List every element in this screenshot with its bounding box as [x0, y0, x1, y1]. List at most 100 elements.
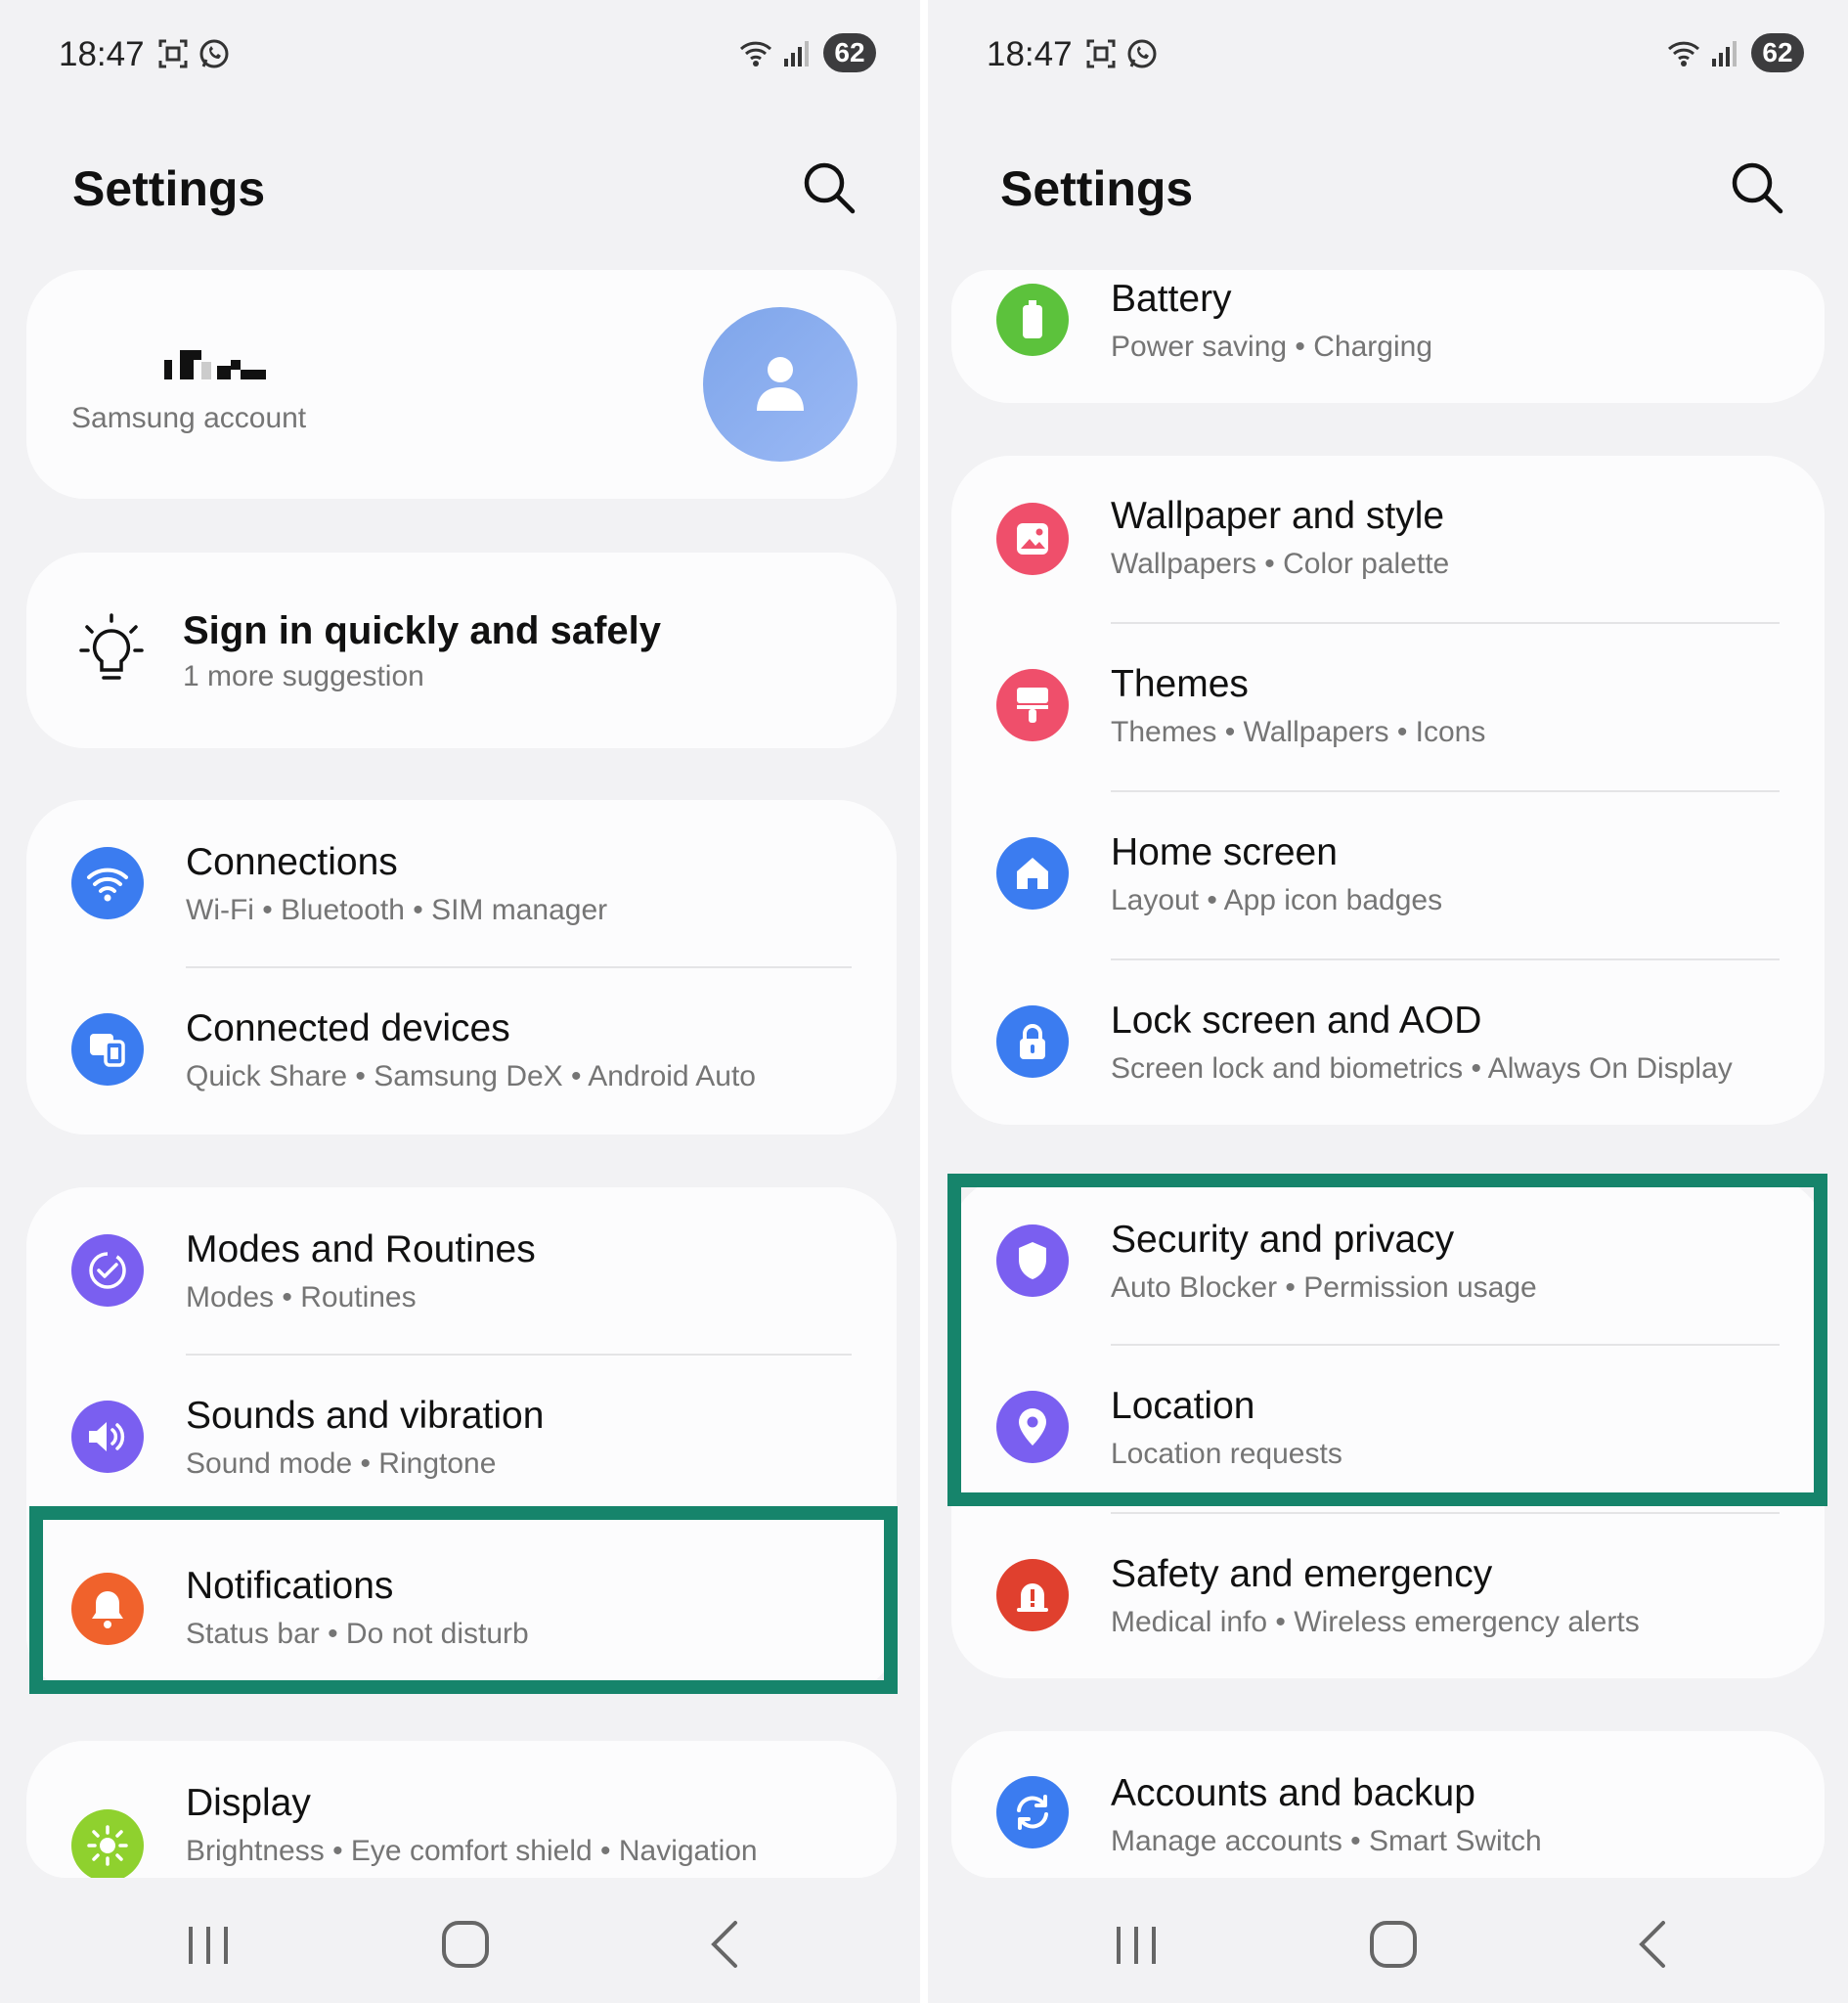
item-title: Accounts and backup: [1111, 1772, 1475, 1814]
item-subtitle: Screen lock and biometrics • Always On D…: [1111, 1052, 1733, 1085]
item-title: Sounds and vibration: [186, 1395, 545, 1437]
account-name-redacted: [137, 348, 293, 379]
item-title: Wallpaper and style: [1111, 495, 1445, 537]
sun-icon: [71, 1809, 144, 1878]
status-time: 18:47: [59, 35, 145, 73]
wifi-status-icon: [739, 41, 772, 67]
item-subtitle: Medical info • Wireless emergency alerts: [1111, 1606, 1640, 1638]
settings-item-safety-emergency[interactable]: Safety and emergency Medical info • Wire…: [951, 1514, 1825, 1678]
item-subtitle: Location requests: [1111, 1438, 1342, 1470]
item-title: Notifications: [186, 1565, 394, 1607]
settings-item-connected-devices[interactable]: Connected devices Quick Share • Samsung …: [26, 968, 897, 1135]
item-title: Connections: [186, 841, 398, 883]
search-icon[interactable]: [800, 158, 858, 217]
suggestion-title: Sign in quickly and safely: [183, 609, 662, 652]
recents-icon[interactable]: [1107, 1915, 1166, 1974]
settings-item-notifications[interactable]: Notifications Status bar • Do not distur…: [26, 1524, 897, 1694]
item-subtitle: Wallpapers • Color palette: [1111, 548, 1450, 580]
house-icon: [996, 837, 1069, 910]
settings-item-display[interactable]: Display Brightness • Eye comfort shield …: [26, 1741, 897, 1878]
page-title: Settings: [1000, 161, 1194, 216]
item-subtitle: Themes • Wallpapers • Icons: [1111, 716, 1486, 748]
battery-badge: 62: [1751, 33, 1804, 72]
status-bar: 18:47 62: [0, 29, 920, 80]
item-title: Home screen: [1111, 831, 1338, 873]
settings-item-home-screen[interactable]: Home screen Layout • App icon badges: [951, 792, 1825, 958]
home-icon[interactable]: [1364, 1915, 1423, 1974]
item-subtitle: Layout • App icon badges: [1111, 884, 1443, 916]
location-pin-icon: [996, 1391, 1069, 1463]
item-subtitle: Status bar • Do not disturb: [186, 1618, 529, 1650]
settings-item-themes[interactable]: Themes Themes • Wallpapers • Icons: [951, 624, 1825, 790]
item-title: Lock screen and AOD: [1111, 1000, 1482, 1042]
settings-item-lock-screen[interactable]: Lock screen and AOD Screen lock and biom…: [951, 960, 1825, 1125]
item-title: Security and privacy: [1111, 1219, 1455, 1261]
item-title: Display: [186, 1782, 311, 1824]
search-icon[interactable]: [1728, 158, 1786, 217]
whatsapp-icon: [1127, 39, 1157, 68]
shield-icon: [996, 1224, 1069, 1297]
battery-badge: 62: [823, 33, 876, 72]
item-title: Location: [1111, 1385, 1255, 1427]
settings-item-connections[interactable]: Connections Wi-Fi • Bluetooth • SIM mana…: [26, 800, 897, 966]
account-card[interactable]: Samsung account: [26, 270, 897, 499]
display-card: Display Brightness • Eye comfort shield …: [26, 1741, 897, 1878]
wifi-status-icon: [1667, 41, 1700, 67]
item-subtitle: Manage accounts • Smart Switch: [1111, 1825, 1542, 1857]
left-screen: 18:47 62 Settings Samsung account Sign i…: [0, 0, 920, 2003]
settings-item-battery[interactable]: Battery Power saving • Charging: [951, 270, 1825, 403]
image-icon: [996, 503, 1069, 575]
whatsapp-icon: [199, 39, 229, 68]
navigation-bar: [928, 1907, 1848, 1976]
item-subtitle: Power saving • Charging: [1111, 331, 1433, 363]
settings-item-security-privacy[interactable]: Security and privacy Auto Blocker • Perm…: [951, 1178, 1825, 1344]
bell-icon: [71, 1573, 144, 1645]
suggestion-subtitle: 1 more suggestion: [183, 660, 424, 692]
avatar[interactable]: [703, 307, 858, 462]
item-subtitle: Brightness • Eye comfort shield • Naviga…: [186, 1835, 758, 1867]
battery-icon: [996, 284, 1069, 356]
item-subtitle: Auto Blocker • Permission usage: [1111, 1271, 1537, 1304]
item-subtitle: Wi-Fi • Bluetooth • SIM manager: [186, 894, 608, 926]
item-subtitle: Modes • Routines: [186, 1281, 417, 1313]
back-icon[interactable]: [696, 1915, 755, 1974]
wifi-icon: [71, 847, 144, 919]
item-title: Battery: [1111, 278, 1232, 320]
screens-container: 18:47 62 Settings Samsung account Sign i…: [0, 0, 1848, 2003]
back-icon[interactable]: [1624, 1915, 1683, 1974]
sync-icon: [996, 1776, 1069, 1848]
item-title: Safety and emergency: [1111, 1553, 1493, 1595]
lock-icon: [996, 1005, 1069, 1078]
modes-icon: [71, 1234, 144, 1307]
home-icon[interactable]: [436, 1915, 495, 1974]
accounts-card: Accounts and backup Manage accounts • Sm…: [951, 1731, 1825, 1878]
status-time: 18:47: [987, 35, 1073, 73]
emergency-alert-icon: [996, 1559, 1069, 1631]
screenshot-icon: [1086, 39, 1116, 68]
connections-card: Connections Wi-Fi • Bluetooth • SIM mana…: [26, 800, 897, 1135]
signal-icon: [784, 41, 809, 67]
person-icon: [757, 357, 804, 411]
status-bar: 18:47 62: [928, 29, 1848, 80]
suggestion-card[interactable]: Sign in quickly and safely 1 more sugges…: [26, 553, 897, 748]
item-title: Connected devices: [186, 1007, 510, 1049]
signal-icon: [1712, 41, 1737, 67]
item-title: Themes: [1111, 663, 1249, 705]
devices-icon: [71, 1013, 144, 1086]
item-subtitle: Sound mode • Ringtone: [186, 1447, 497, 1480]
recents-icon[interactable]: [179, 1915, 238, 1974]
appearance-card: Wallpaper and style Wallpapers • Color p…: [951, 456, 1825, 1125]
page-title: Settings: [72, 161, 266, 216]
settings-item-accounts-backup[interactable]: Accounts and backup Manage accounts • Sm…: [951, 1731, 1825, 1878]
settings-item-location[interactable]: Location Location requests: [951, 1346, 1825, 1512]
account-label: Samsung account: [71, 402, 307, 434]
modes-card: Modes and Routines Modes • Routines Soun…: [26, 1187, 897, 1694]
lightbulb-icon: [79, 613, 144, 680]
settings-item-modes-routines[interactable]: Modes and Routines Modes • Routines: [26, 1187, 897, 1354]
item-subtitle: Quick Share • Samsung DeX • Android Auto: [186, 1060, 756, 1092]
settings-item-wallpaper-style[interactable]: Wallpaper and style Wallpapers • Color p…: [951, 456, 1825, 622]
settings-item-sounds-vibration[interactable]: Sounds and vibration Sound mode • Ringto…: [26, 1356, 897, 1522]
right-screen: 18:47 62 Settings Battery Power saving •…: [928, 0, 1848, 2003]
speaker-icon: [71, 1401, 144, 1473]
paint-brush-icon: [996, 669, 1069, 741]
